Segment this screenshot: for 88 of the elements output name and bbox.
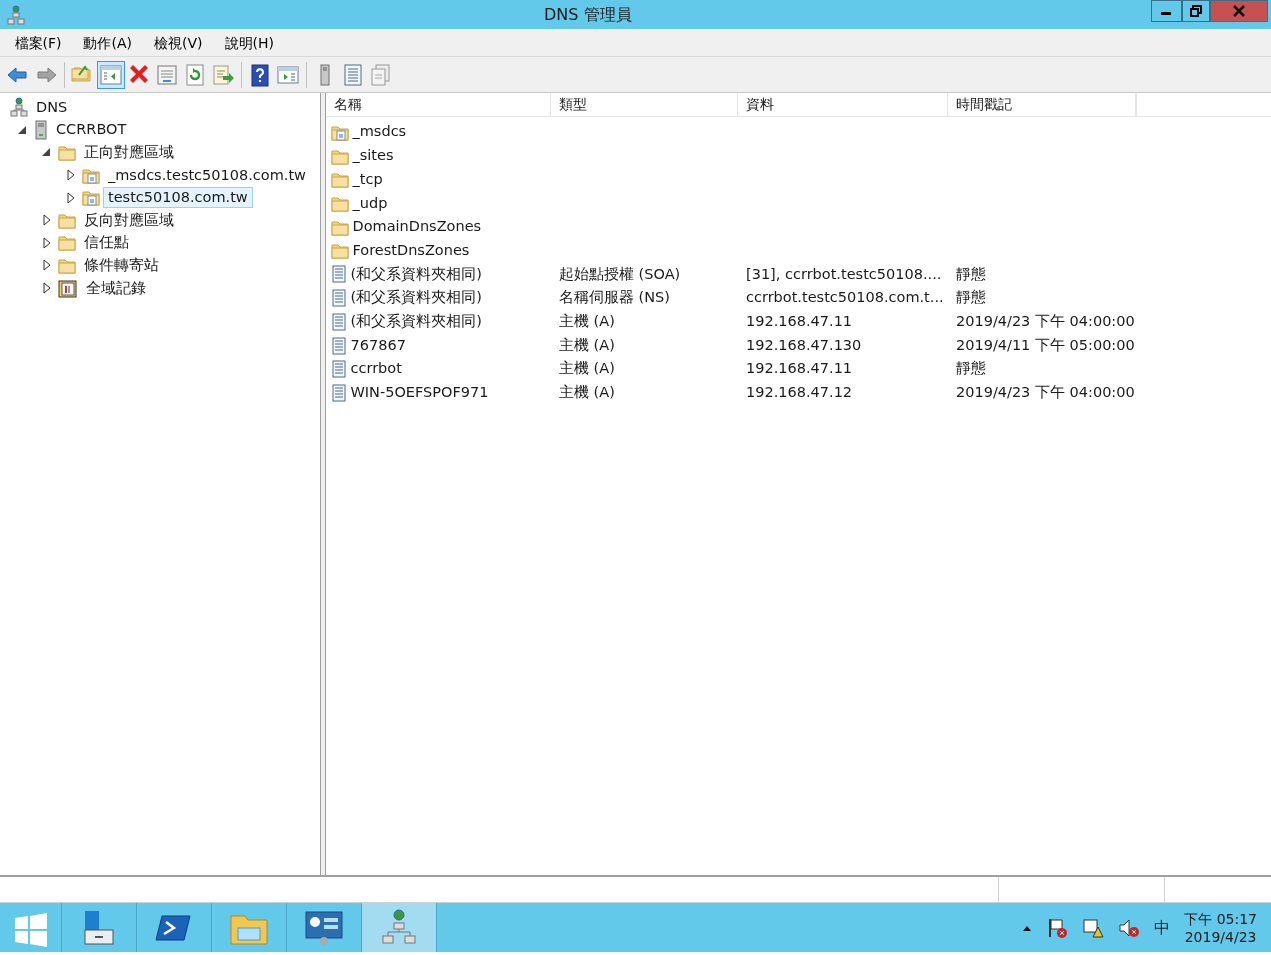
table-cell: 主機 (A) — [559, 360, 615, 377]
column-header[interactable]: 類型 — [551, 93, 738, 116]
menu-item[interactable]: 說明(H) — [213, 29, 285, 56]
record-icon — [331, 265, 347, 284]
close-icon — [1232, 5, 1245, 17]
table-cell: 192.168.47.130 — [746, 336, 862, 353]
table-cell: ccrrbot.testc50108.com.t... — [746, 289, 944, 306]
tree-item[interactable]: 條件轉寄站 — [79, 254, 164, 276]
tree-item[interactable]: CCRRBOT — [51, 119, 132, 141]
tree-item[interactable]: DNS — [31, 96, 73, 118]
table-cell: 2019/4/23 下午 04:00:00 — [956, 312, 1135, 329]
folder-icon — [331, 242, 349, 260]
flag-error-icon — [1046, 916, 1069, 939]
server-icon — [33, 119, 48, 140]
table-cell: 靜態 — [956, 265, 986, 282]
folder-icon — [331, 218, 349, 236]
network-tree-icon — [7, 4, 25, 25]
folder-icon — [331, 147, 349, 165]
tree-item[interactable]: testc50108.com.tw — [103, 187, 253, 209]
table-cell: 名稱伺服器 (NS) — [559, 289, 670, 306]
table-cell: 192.168.47.11 — [746, 360, 853, 377]
window-title: DNS 管理員 — [544, 5, 632, 24]
table-cell-text: _tcp — [352, 169, 383, 189]
clock-time[interactable]: 下午 05:17 — [1184, 909, 1257, 928]
tree-item[interactable]: 反向對應區域 — [79, 209, 179, 231]
table-cell-text: ForestDnsZones — [352, 240, 470, 260]
table-cell-text: _sites — [352, 146, 394, 166]
folder-icon — [57, 211, 76, 229]
folder-icon — [331, 194, 349, 212]
zone-file-icon — [81, 166, 100, 184]
record-icon — [331, 336, 347, 355]
column-header[interactable]: 資料 — [738, 93, 948, 116]
folder-icon — [57, 234, 76, 252]
table-cell: 主機 (A) — [559, 312, 615, 329]
zone-file-icon — [331, 123, 349, 141]
table-cell: 192.168.47.12 — [746, 384, 853, 401]
table-cell-text: (和父系資料夾相同) — [350, 264, 482, 284]
tree-item[interactable]: _msdcs.testc50108.com.tw — [103, 164, 311, 186]
table-cell-text: _udp — [352, 193, 388, 213]
record-icon — [341, 62, 365, 87]
menu-item[interactable]: 動作(A) — [72, 29, 143, 56]
tree-pane-icon — [99, 62, 123, 87]
column-header[interactable]: 名稱 — [326, 93, 551, 116]
log-book-icon — [57, 278, 78, 298]
table-cell-text: DomainDnsZones — [352, 217, 482, 237]
clock-date[interactable]: 2019/4/23 — [1184, 927, 1257, 946]
menu-item[interactable]: 檢視(V) — [143, 29, 214, 56]
table-cell: 2019/4/11 下午 05:00:00 — [956, 336, 1135, 353]
table-cell: [31], ccrrbot.testc50108.... — [746, 265, 942, 282]
table-cell-text: _msdcs — [352, 122, 407, 142]
network-warning-icon — [1082, 916, 1105, 939]
folder-icon — [57, 144, 76, 161]
record-icon — [331, 360, 347, 379]
table-cell: 主機 (A) — [559, 336, 615, 353]
help-icon — [248, 62, 272, 87]
table-cell-text: ccrrbot — [350, 359, 402, 379]
folder-icon — [57, 256, 76, 274]
taskbar-button[interactable] — [362, 903, 437, 952]
record-icon — [331, 312, 347, 331]
tree-item[interactable]: 正向對應區域 — [79, 142, 179, 163]
input-language-indicator[interactable]: 中 — [1154, 918, 1171, 937]
table-cell-text: 767867 — [350, 335, 406, 355]
properties-icon — [155, 62, 179, 87]
table-cell: 2019/4/23 下午 04:00:00 — [956, 384, 1135, 401]
table-cell: 主機 (A) — [559, 384, 615, 401]
export-list-icon — [211, 62, 235, 87]
table-cell: 靜態 — [956, 360, 986, 377]
close-button[interactable] — [1209, 0, 1268, 22]
record-icon — [331, 289, 347, 308]
refresh-icon — [183, 62, 207, 87]
table-cell-text: (和父系資料夾相同) — [350, 288, 482, 308]
table-cell: 起始點授權 (SOA) — [559, 265, 681, 282]
copy-pages-icon — [369, 62, 393, 87]
folder-icon — [331, 171, 349, 189]
zone-file-icon — [81, 189, 100, 207]
minimize-button[interactable] — [1150, 0, 1182, 22]
network-tree-icon — [9, 97, 28, 118]
tree-item[interactable]: 信任點 — [79, 232, 134, 254]
table-cell: 192.168.47.11 — [746, 312, 853, 329]
menu-item[interactable]: 檔案(F) — [3, 29, 73, 56]
table-cell-text: WIN-5OEFSPOF971 — [350, 383, 489, 403]
record-icon — [331, 383, 347, 402]
table-cell: 靜態 — [956, 289, 986, 306]
tree-item[interactable]: 全域記錄 — [81, 277, 151, 299]
restore-button[interactable] — [1181, 0, 1210, 22]
table-cell-text: (和父系資料夾相同) — [350, 311, 482, 331]
column-header[interactable]: 時間戳記 — [948, 93, 1136, 116]
restore-icon — [1189, 5, 1202, 17]
